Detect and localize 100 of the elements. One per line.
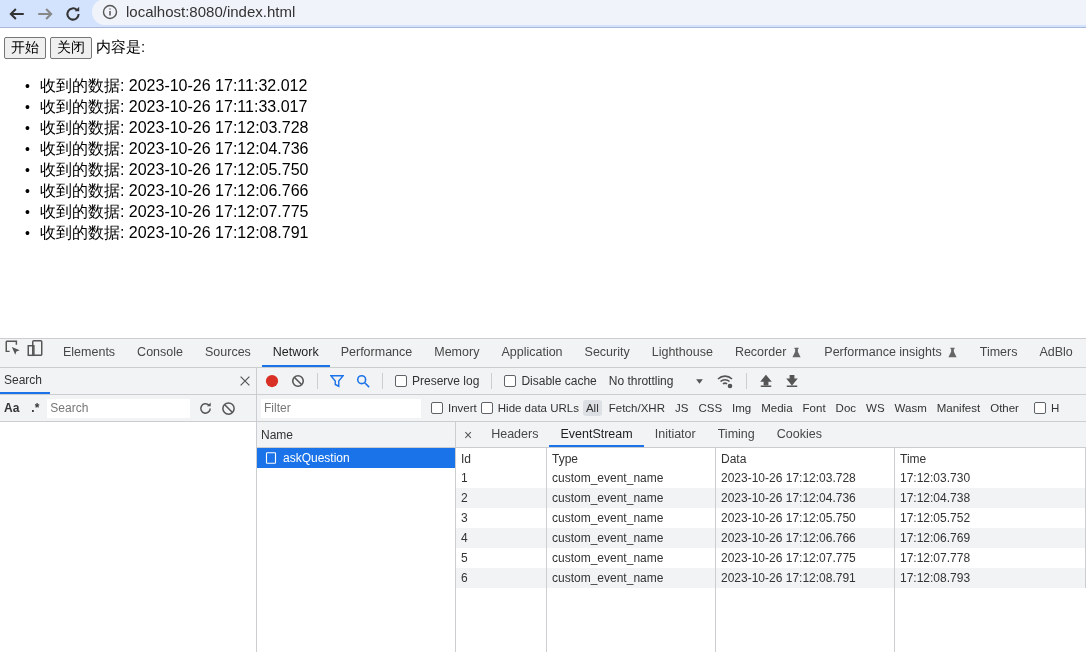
table-cell: 2023-10-26 17:12:04.736 xyxy=(716,488,895,508)
bullet: • xyxy=(25,202,30,222)
content-label: 内容是: xyxy=(96,38,146,55)
bullet: • xyxy=(25,139,30,159)
flask-icon xyxy=(946,346,958,358)
table-cell: 2023-10-26 17:12:06.766 xyxy=(716,528,895,548)
checkbox-label[interactable]: Disable cache xyxy=(504,374,597,388)
devtools-tab[interactable]: Memory xyxy=(423,339,491,367)
detail-tab[interactable]: Headers xyxy=(480,422,550,447)
bullet: • xyxy=(25,118,30,138)
upload-icon[interactable] xyxy=(759,374,774,388)
type-filter[interactable]: Wasm xyxy=(891,400,930,416)
message-item: 收到的数据: 2023-10-26 17:11:33.017 xyxy=(39,96,308,117)
checkbox-label[interactable]: Preserve log xyxy=(395,374,480,388)
close-button[interactable]: × xyxy=(456,422,481,447)
reload-icon[interactable] xyxy=(64,4,82,23)
type-filter[interactable]: All xyxy=(582,400,602,416)
checkbox-label[interactable]: Invert xyxy=(431,402,477,414)
message-item: 收到的数据: 2023-10-26 17:12:04.736 xyxy=(39,138,309,159)
bullet: • xyxy=(25,223,30,243)
bullet: • xyxy=(25,181,30,201)
table-cell: 17:12:08.793 xyxy=(895,568,1086,588)
table-cell: 17:12:06.769 xyxy=(895,528,1086,548)
column-header: Name xyxy=(257,422,455,448)
record-icon[interactable] xyxy=(265,374,279,388)
bullet: • xyxy=(25,76,30,96)
table-cell: 2023-10-26 17:12:03.728 xyxy=(716,468,895,488)
devtools-tab[interactable]: Recorder xyxy=(723,339,814,367)
message-item: 收到的数据: 2023-10-26 17:11:32.012 xyxy=(39,75,308,96)
message-item: 收到的数据: 2023-10-26 17:12:08.791 xyxy=(39,222,309,243)
clear-icon[interactable] xyxy=(291,374,305,388)
devtools-tab[interactable]: Timers xyxy=(968,339,1029,367)
devtools-tab[interactable]: Elements xyxy=(52,339,127,367)
detail-tab[interactable]: Cookies xyxy=(765,422,833,447)
filter-icon[interactable] xyxy=(330,374,344,388)
inspect-icon[interactable] xyxy=(4,339,22,357)
throttling-dropdown[interactable]: No throttling xyxy=(608,374,705,388)
type-filter[interactable]: Img xyxy=(729,400,755,416)
table-cell: custom_event_name xyxy=(547,468,716,488)
type-filter[interactable]: JS xyxy=(672,400,692,416)
type-filter[interactable]: Doc xyxy=(832,400,860,416)
type-filter[interactable]: Fetch/XHR xyxy=(605,400,668,416)
detail-tab[interactable]: Initiator xyxy=(643,422,707,447)
devtools-tab[interactable]: Application xyxy=(490,339,574,367)
table-cell: custom_event_name xyxy=(547,488,716,508)
dropdown-arrow-icon xyxy=(695,376,705,386)
search-field[interactable]: Search xyxy=(47,398,191,418)
checkbox[interactable] xyxy=(1033,402,1046,414)
type-filter[interactable]: WS xyxy=(863,400,888,416)
table-cell: 2023-10-26 17:12:08.791 xyxy=(716,568,895,588)
devtools-tab[interactable]: Console xyxy=(126,339,194,367)
message-item: 收到的数据: 2023-10-26 17:12:05.750 xyxy=(39,159,309,180)
type-filter[interactable]: Font xyxy=(799,400,829,416)
devtools-tab[interactable]: Performance xyxy=(329,339,424,367)
close-icon[interactable] xyxy=(238,374,252,388)
bullet: • xyxy=(25,160,30,180)
checkbox-label[interactable]: H xyxy=(1033,402,1060,414)
type-filter[interactable]: CSS xyxy=(695,400,726,416)
checkbox[interactable] xyxy=(504,375,517,387)
message-item: 收到的数据: 2023-10-26 17:12:06.766 xyxy=(39,180,309,201)
info-icon xyxy=(102,3,118,20)
request-row[interactable]: askQuestion xyxy=(257,448,455,468)
download-icon[interactable] xyxy=(785,374,800,388)
table-cell: custom_event_name xyxy=(547,568,716,588)
checkbox[interactable] xyxy=(395,375,407,387)
bullet: • xyxy=(25,97,30,117)
device-icon[interactable] xyxy=(26,339,44,357)
match-case-toggle[interactable]: Aa xyxy=(4,401,20,415)
checkbox[interactable] xyxy=(431,402,443,414)
flask-icon xyxy=(791,346,803,358)
type-filter[interactable]: Manifest xyxy=(933,400,984,416)
table-cell: 4 xyxy=(456,528,547,548)
checkbox[interactable] xyxy=(480,402,493,414)
clear-icon[interactable] xyxy=(221,400,237,416)
table-cell: 6 xyxy=(456,568,547,588)
table-cell: 2 xyxy=(456,488,547,508)
devtools-tab[interactable]: AdBlo xyxy=(1028,339,1084,367)
filter-field[interactable]: Filter xyxy=(261,398,421,418)
regex-toggle[interactable]: .* xyxy=(31,401,40,415)
devtools-tab[interactable]: Security xyxy=(573,339,641,367)
document-icon xyxy=(265,451,277,465)
table-cell: 1 xyxy=(456,468,547,488)
type-filter[interactable]: Other xyxy=(987,400,1022,416)
devtools-tab[interactable]: Performance insights xyxy=(813,339,969,367)
url-text: localhost:8080/index.html xyxy=(126,3,296,20)
table-cell: custom_event_name xyxy=(547,528,716,548)
detail-tab[interactable]: Timing xyxy=(706,422,766,447)
page-button[interactable]: 关闭 xyxy=(50,37,92,59)
page-button[interactable]: 开始 xyxy=(4,37,46,59)
table-cell: 17:12:03.730 xyxy=(895,468,1086,488)
search-icon[interactable] xyxy=(356,374,370,388)
devtools-tab[interactable]: Lighthouse xyxy=(640,339,724,367)
address-bar[interactable]: localhost:8080/index.html xyxy=(92,0,1086,25)
table-cell: 17:12:04.738 xyxy=(895,488,1086,508)
message-item: 收到的数据: 2023-10-26 17:12:07.775 xyxy=(39,201,309,222)
checkbox-label[interactable]: Hide data URLs xyxy=(480,402,579,414)
devtools-tab[interactable]: Sources xyxy=(194,339,262,367)
wifi-gear-icon[interactable] xyxy=(716,373,735,389)
type-filter[interactable]: Media xyxy=(758,400,796,416)
refresh-icon[interactable] xyxy=(198,400,214,416)
